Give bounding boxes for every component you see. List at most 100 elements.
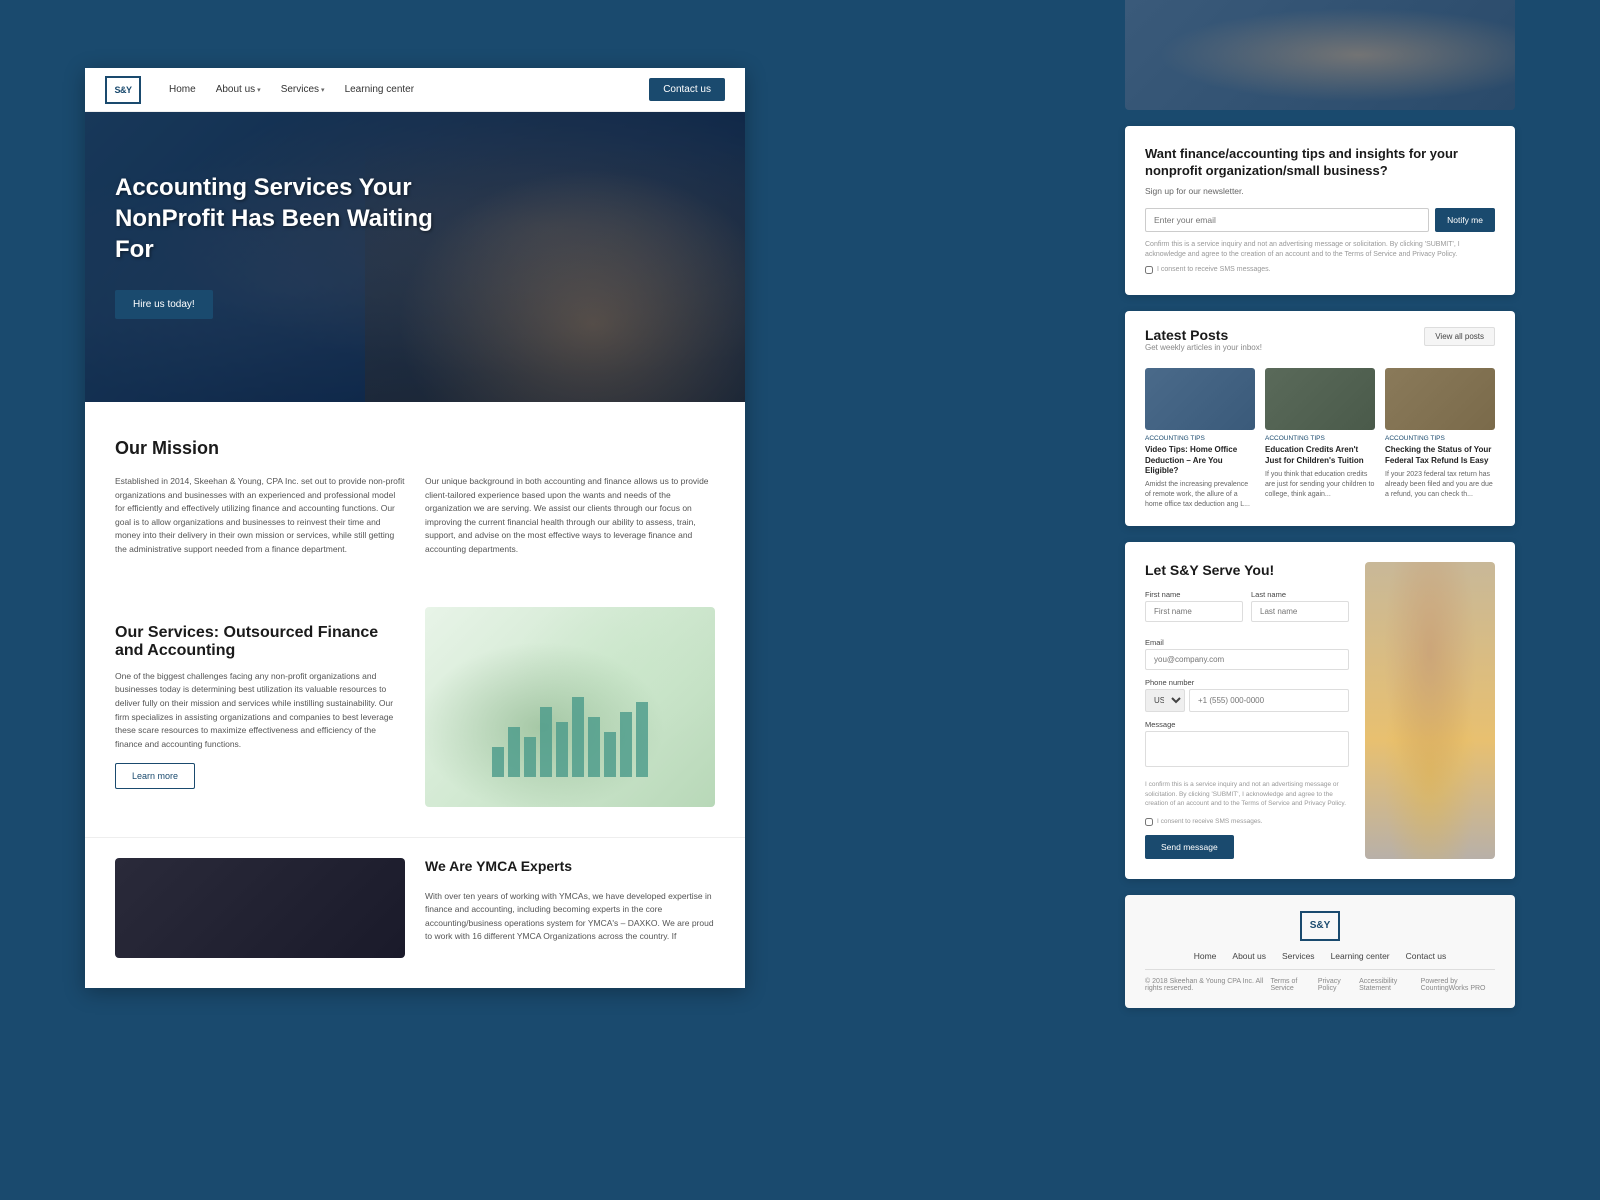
post-title[interactable]: Video Tips: Home Office Deduction – Are …	[1145, 445, 1255, 476]
first-name-field[interactable]	[1145, 601, 1243, 622]
person-photo-bg	[1365, 562, 1495, 859]
message-textarea[interactable]	[1145, 731, 1349, 767]
chart-bar	[588, 717, 600, 777]
ymca-content: We Are YMCA Experts With over ten years …	[425, 858, 715, 958]
newsletter-card: Want finance/accounting tips and insight…	[1125, 126, 1515, 295]
list-item: ACCOUNTING TIPS Education Credits Aren't…	[1265, 368, 1375, 510]
posts-title: Latest Posts	[1145, 327, 1262, 343]
chart-bar	[492, 747, 504, 777]
footer-nav: Home About us Services Learning center C…	[1145, 951, 1495, 961]
posts-grid: ACCOUNTING TIPS Video Tips: Home Office …	[1145, 368, 1495, 510]
chart-visualization	[492, 697, 648, 777]
footer-bottom: © 2018 Skeehan & Young CPA Inc. All righ…	[1145, 969, 1495, 992]
hero-section: Accounting Services Your NonProfit Has B…	[85, 112, 745, 402]
message-group: Message	[1145, 720, 1349, 772]
services-text: Our Services: Outsourced Finance and Acc…	[115, 624, 405, 790]
newsletter-subtitle: Sign up for our newsletter.	[1145, 186, 1495, 196]
chart-bar	[604, 732, 616, 777]
post-title[interactable]: Checking the Status of Your Federal Tax …	[1385, 445, 1495, 466]
phone-input[interactable]	[1189, 689, 1349, 712]
footer-nav-about[interactable]: About us	[1232, 951, 1266, 961]
email-row: Notify me	[1145, 208, 1495, 232]
contact-sms-checkbox[interactable]	[1145, 818, 1153, 826]
last-name-group: Last name	[1251, 590, 1349, 622]
name-row: First name Last name	[1145, 590, 1349, 630]
nav-links: Home About us ▾ Services ▾ Learning cent…	[161, 80, 649, 99]
services-section: Our Services: Outsourced Finance and Acc…	[85, 587, 745, 837]
contact-form-title: Let S&Y Serve You!	[1145, 562, 1349, 578]
chart-bar	[620, 712, 632, 777]
list-item: ACCOUNTING TIPS Video Tips: Home Office …	[1145, 368, 1255, 510]
footer-nav-home[interactable]: Home	[1194, 951, 1217, 961]
nav-about[interactable]: About us ▾	[208, 80, 269, 99]
right-panel: Want finance/accounting tips and insight…	[1125, 0, 1515, 1008]
chart-bar	[572, 697, 584, 777]
footer-privacy[interactable]: Privacy Policy	[1318, 978, 1349, 992]
footer-nav-contact[interactable]: Contact us	[1406, 951, 1447, 961]
posts-subtitle: Get weekly articles in your inbox!	[1145, 343, 1262, 352]
main-panel: S&Y Home About us ▾ Services ▾ Learning …	[85, 68, 745, 988]
footer-terms[interactable]: Terms of Service	[1270, 978, 1307, 992]
post-image-1	[1145, 368, 1255, 430]
phone-row: US ▾	[1145, 689, 1349, 712]
right-top-image	[1125, 0, 1515, 110]
footer-nav-learning[interactable]: Learning center	[1331, 951, 1390, 961]
nav-home[interactable]: Home	[161, 80, 204, 99]
navbar: S&Y Home About us ▾ Services ▾ Learning …	[85, 68, 745, 112]
footer-logo-box: S&Y	[1300, 911, 1340, 941]
post-title[interactable]: Education Credits Aren't Just for Childr…	[1265, 445, 1375, 466]
logo: S&Y	[105, 76, 141, 104]
post-excerpt: If you think that education credits are …	[1265, 470, 1375, 499]
mission-title: Our Mission	[115, 438, 715, 459]
right-top-overlay	[1125, 0, 1515, 110]
list-item: ACCOUNTING TIPS Checking the Status of Y…	[1385, 368, 1495, 510]
ymca-section: We Are YMCA Experts With over ten years …	[85, 837, 745, 988]
footer-copyright: © 2018 Skeehan & Young CPA Inc. All righ…	[1145, 978, 1270, 992]
sms-checkbox[interactable]	[1145, 266, 1153, 274]
post-excerpt: If your 2023 federal tax return has alre…	[1385, 470, 1495, 499]
email-input[interactable]	[1145, 208, 1429, 232]
posts-card: Latest Posts Get weekly articles in your…	[1125, 311, 1515, 526]
services-image	[425, 607, 715, 807]
footer-logo: S&Y	[1145, 911, 1495, 941]
ymca-image	[115, 858, 405, 958]
footer-links: Terms of Service Privacy Policy Accessib…	[1270, 978, 1495, 992]
phone-country-select[interactable]: US ▾	[1145, 689, 1185, 712]
services-title: Our Services: Outsourced Finance and Acc…	[115, 624, 405, 660]
email-field[interactable]	[1145, 649, 1349, 670]
notify-button[interactable]: Notify me	[1435, 208, 1495, 232]
contact-us-button[interactable]: Contact us	[649, 78, 725, 101]
chart-bar	[524, 737, 536, 777]
first-name-group: First name	[1145, 590, 1243, 622]
contact-sms-label: I consent to receive SMS messages.	[1157, 817, 1263, 827]
chart-bar	[508, 727, 520, 777]
view-all-posts-button[interactable]: View all posts	[1424, 327, 1495, 346]
hero-title: Accounting Services Your NonProfit Has B…	[115, 172, 435, 266]
footer-logo-text: S&Y	[1310, 920, 1331, 931]
posts-header: Latest Posts Get weekly articles in your…	[1145, 327, 1495, 364]
logo-box: S&Y	[105, 76, 141, 104]
footer-card: S&Y Home About us Services Learning cent…	[1125, 895, 1515, 1008]
learn-more-button[interactable]: Learn more	[115, 763, 195, 789]
hire-us-button[interactable]: Hire us today!	[115, 290, 213, 319]
mission-text-right: Our unique background in both accounting…	[425, 475, 715, 557]
footer-nav-services[interactable]: Services	[1282, 951, 1315, 961]
hero-content: Accounting Services Your NonProfit Has B…	[115, 172, 435, 319]
nav-services[interactable]: Services ▾	[273, 80, 333, 99]
contact-fine-print: I confirm this is a service inquiry and …	[1145, 780, 1349, 809]
contact-form-fields: Let S&Y Serve You! First name Last name …	[1145, 562, 1349, 859]
phone-label: Phone number	[1145, 678, 1349, 687]
footer-accessibility[interactable]: Accessibility Statement	[1359, 978, 1411, 992]
nav-learning[interactable]: Learning center	[337, 80, 423, 99]
email-group: Email	[1145, 638, 1349, 670]
last-name-field[interactable]	[1251, 601, 1349, 622]
contact-form-card: Let S&Y Serve You! First name Last name …	[1125, 542, 1515, 879]
email-label: Email	[1145, 638, 1349, 647]
mission-text-left: Established in 2014, Skeehan & Young, CP…	[115, 475, 405, 557]
sms-label: I consent to receive SMS messages.	[1157, 265, 1271, 276]
contact-sms-row: I consent to receive SMS messages.	[1145, 817, 1349, 827]
chart-bar	[556, 722, 568, 777]
send-message-button[interactable]: Send message	[1145, 835, 1234, 859]
post-excerpt: Amidst the increasing prevalence of remo…	[1145, 480, 1255, 509]
phone-group: Phone number US ▾	[1145, 678, 1349, 712]
